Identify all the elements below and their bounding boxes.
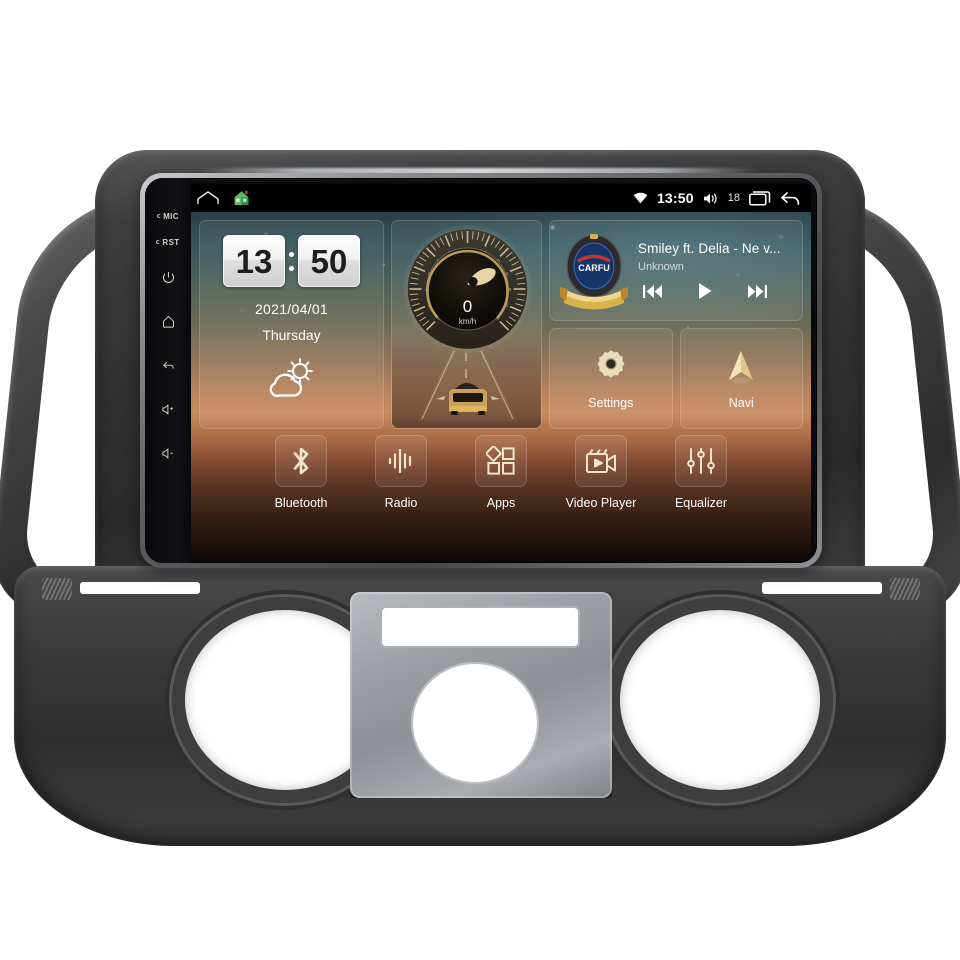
head-unit: MIC RST 13:50 18 13 50 2021/04/01 Thursd… bbox=[140, 173, 822, 568]
speedometer-gauge: 020406080100120140160180200220240 0 bbox=[403, 225, 532, 421]
volume-icon bbox=[703, 192, 719, 205]
status-time: 13:50 bbox=[656, 190, 694, 206]
product-photo-scene: MIC RST 13:50 18 13 50 2021/04/01 Thursd… bbox=[0, 0, 960, 960]
speedometer-widget[interactable]: 020406080100120140160180200220240 0 bbox=[391, 220, 542, 429]
dock-item-equalizer[interactable]: Equalizer bbox=[663, 435, 739, 524]
dock-item-apps[interactable]: Apps bbox=[463, 435, 539, 524]
next-track-button[interactable] bbox=[747, 284, 768, 299]
mic-key-label: MIC bbox=[163, 211, 179, 221]
home-screen: 13 50 2021/04/01 Thursday 0 km/h CARFU S… bbox=[191, 212, 811, 557]
volume-up-icon[interactable] bbox=[153, 388, 183, 430]
mic-led bbox=[157, 214, 162, 218]
radio-waveform-icon bbox=[375, 435, 427, 487]
speed-value: 0 bbox=[463, 297, 472, 316]
dock-label-radio: Radio bbox=[384, 496, 418, 510]
back-arrow-icon[interactable] bbox=[153, 344, 183, 386]
recent-apps-icon[interactable] bbox=[749, 190, 771, 206]
clock-weather-widget[interactable]: 13 50 2021/04/01 Thursday bbox=[199, 220, 384, 429]
album-art-brand-text: CARFU bbox=[578, 263, 610, 273]
air-vent-right bbox=[620, 610, 820, 790]
shortcut-navi-label: Navi bbox=[728, 396, 754, 410]
video-camera-icon bbox=[575, 435, 627, 487]
widgets-row: 13 50 2021/04/01 Thursday 0 km/h CARFU S… bbox=[199, 220, 803, 429]
panel-strip-right bbox=[762, 582, 882, 594]
home-icon[interactable] bbox=[153, 300, 183, 342]
dock-item-video-player[interactable]: Video Player bbox=[563, 435, 639, 524]
back-arrow-icon[interactable] bbox=[780, 191, 801, 206]
apps-grid-icon bbox=[475, 435, 527, 487]
gear-icon bbox=[591, 347, 631, 387]
speed-unit: km/h bbox=[459, 317, 476, 326]
dock-item-radio[interactable]: Radio bbox=[363, 435, 439, 524]
clock-minutes: 50 bbox=[298, 235, 360, 287]
status-bar: 13:50 18 bbox=[191, 184, 811, 212]
volume-level: 18 bbox=[727, 192, 740, 204]
wifi-icon bbox=[633, 192, 648, 204]
car-on-road-icon bbox=[418, 349, 517, 421]
clock-colon bbox=[289, 251, 294, 271]
power-icon[interactable] bbox=[153, 256, 183, 298]
clock-hours: 13 bbox=[223, 235, 285, 287]
album-art: CARFU bbox=[560, 231, 628, 311]
reset-key-label: RST bbox=[162, 237, 180, 247]
right-widget-column: CARFU Smiley ft. Delia - Ne v... Unknown… bbox=[549, 220, 803, 429]
previous-track-button[interactable] bbox=[642, 284, 663, 299]
media-controls bbox=[638, 282, 792, 300]
track-title: Smiley ft. Delia - Ne v... bbox=[638, 241, 781, 256]
shortcut-navi[interactable]: Navi bbox=[679, 328, 803, 429]
sun-behind-cloud-icon bbox=[263, 356, 321, 405]
mic-key[interactable]: MIC bbox=[157, 204, 179, 228]
reset-key[interactable]: RST bbox=[156, 230, 179, 254]
home-green-icon[interactable] bbox=[233, 190, 250, 206]
media-metadata: Smiley ft. Delia - Ne v... Unknown bbox=[638, 241, 792, 300]
console-round-cutout bbox=[411, 662, 539, 784]
media-player-widget[interactable]: CARFU Smiley ft. Delia - Ne v... Unknown bbox=[549, 220, 803, 321]
navigation-arrow-icon bbox=[721, 347, 761, 387]
shortcut-row: Settings Navi bbox=[549, 328, 803, 429]
dock-item-bluetooth[interactable]: Bluetooth bbox=[263, 435, 339, 524]
panel-clip-left bbox=[42, 578, 72, 600]
dock-label-bluetooth: Bluetooth bbox=[274, 496, 328, 510]
volume-down-icon[interactable] bbox=[153, 432, 183, 474]
track-artist: Unknown bbox=[638, 261, 684, 273]
clock-weekday: Thursday bbox=[262, 327, 321, 343]
dock-label-equalizer: Equalizer bbox=[674, 496, 728, 510]
recents-outline-icon[interactable] bbox=[197, 191, 219, 205]
dock-label-apps: Apps bbox=[486, 496, 516, 510]
console-slot-cutout bbox=[380, 606, 580, 648]
dock-label-video-player: Video Player bbox=[565, 496, 637, 510]
reset-led bbox=[156, 240, 161, 244]
head-unit-face: MIC RST 13:50 18 13 50 2021/04/01 Thursd… bbox=[145, 178, 817, 563]
equalizer-sliders-icon bbox=[675, 435, 727, 487]
hardware-key-column: MIC RST bbox=[145, 178, 191, 563]
bluetooth-icon bbox=[275, 435, 327, 487]
play-button[interactable] bbox=[697, 282, 713, 300]
flip-clock: 13 50 bbox=[223, 235, 360, 287]
shortcut-settings-label: Settings bbox=[588, 396, 634, 410]
shortcut-settings[interactable]: Settings bbox=[549, 328, 673, 429]
panel-clip-right bbox=[890, 578, 920, 600]
app-dock: Bluetooth Radio Apps Video Player Equali… bbox=[199, 429, 803, 524]
touchscreen-display[interactable]: 13:50 18 13 50 2021/04/01 Thursday 0 km/… bbox=[191, 184, 811, 557]
panel-strip-left bbox=[80, 582, 200, 594]
clock-date: 2021/04/01 bbox=[254, 301, 329, 317]
